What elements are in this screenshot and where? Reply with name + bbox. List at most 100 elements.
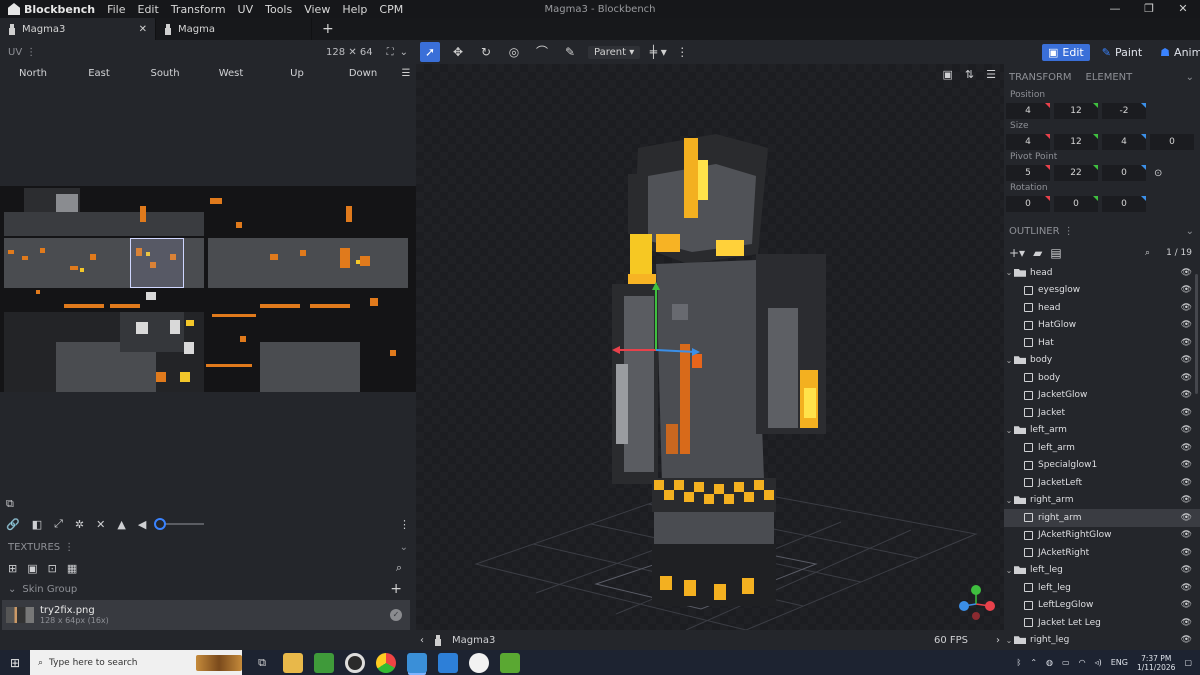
volume-icon[interactable]: ◃): [1095, 658, 1102, 667]
outliner-group[interactable]: ⌄ left_arm 👁: [1004, 422, 1200, 440]
size-z-input[interactable]: 4: [1102, 134, 1146, 150]
rotate-tool-icon[interactable]: ↻: [476, 42, 496, 62]
outliner-cube[interactable]: left_arm 👁: [1004, 439, 1200, 457]
add-group-icon[interactable]: ▰: [1033, 246, 1042, 260]
outliner-cube[interactable]: head 👁: [1004, 299, 1200, 317]
eye-icon[interactable]: 👁: [1181, 338, 1192, 348]
pivot-tool-icon[interactable]: ◎: [504, 42, 524, 62]
uv-resolution[interactable]: 128 ✕ 64: [326, 47, 373, 58]
chevron-down-icon[interactable]: ⌄: [1004, 426, 1014, 435]
outliner-cube[interactable]: JAcketRight 👁: [1004, 544, 1200, 562]
inflate-input[interactable]: 0: [1150, 134, 1194, 150]
minimize-button[interactable]: —: [1098, 0, 1132, 18]
chrome-icon[interactable]: [376, 652, 396, 673]
eye-icon[interactable]: 👁: [1181, 285, 1192, 295]
face-south[interactable]: South: [132, 68, 198, 79]
outliner-cube[interactable]: Jacket 👁: [1004, 404, 1200, 422]
chevron-down-icon[interactable]: ⌄: [1004, 636, 1014, 645]
eye-icon[interactable]: 👁: [1181, 530, 1192, 540]
pivot-z-input[interactable]: 0: [1102, 165, 1146, 181]
eye-icon[interactable]: 👁: [1181, 565, 1192, 575]
more-icon[interactable]: ⋮: [399, 518, 410, 531]
face-north[interactable]: North: [0, 68, 66, 79]
outliner-group[interactable]: ⌄ left_leg 👁: [1004, 562, 1200, 580]
grid-icon[interactable]: ▦: [67, 562, 77, 575]
outliner-cube-selected[interactable]: right_arm 👁: [1004, 509, 1200, 527]
outliner-cube[interactable]: JacketLeft 👁: [1004, 474, 1200, 492]
chevron-down-icon[interactable]: ⌄: [1004, 356, 1014, 365]
face-west[interactable]: West: [198, 68, 264, 79]
outliner-group[interactable]: ⌄ right_arm 👁: [1004, 492, 1200, 510]
new-tab-button[interactable]: +: [312, 18, 344, 40]
viewport-menu-icon[interactable]: ☰: [986, 68, 996, 81]
outliner-cube[interactable]: Jacket Let Leg 👁: [1004, 614, 1200, 632]
more-icon[interactable]: ⋮: [676, 45, 688, 59]
rotation-y-input[interactable]: 0: [1054, 196, 1098, 212]
resize-tool-icon[interactable]: ✥: [448, 42, 468, 62]
uv-texture-canvas[interactable]: [0, 186, 416, 392]
eye-icon[interactable]: 👁: [1181, 635, 1192, 645]
position-x-input[interactable]: 4: [1006, 103, 1050, 119]
language-indicator[interactable]: ENG: [1111, 658, 1128, 667]
texture-group[interactable]: ⌄ Skin Group +: [0, 580, 416, 598]
panel-menu-icon[interactable]: ⋮: [64, 542, 74, 553]
outliner-cube[interactable]: LeftLegGlow 👁: [1004, 597, 1200, 615]
mode-paint[interactable]: ✎ Paint: [1096, 44, 1148, 61]
tab-magma3[interactable]: Magma3 ✕: [0, 18, 156, 40]
minecraft-icon[interactable]: [314, 652, 334, 673]
eye-icon[interactable]: 👁: [1181, 355, 1192, 365]
mirror-icon[interactable]: ▲: [117, 518, 125, 531]
network-icon[interactable]: ◍: [1046, 658, 1053, 667]
chevron-down-icon[interactable]: ⌄: [1004, 496, 1014, 505]
eye-icon[interactable]: 👁: [1181, 460, 1192, 470]
eye-icon[interactable]: 👁: [1181, 618, 1192, 628]
mode-animate[interactable]: ☗Animate: [1154, 44, 1200, 61]
fullscreen-icon[interactable]: ⛶: [387, 47, 394, 58]
chevron-up-icon[interactable]: ⌃: [1030, 658, 1037, 667]
outliner-cube[interactable]: Specialglow1 👁: [1004, 457, 1200, 475]
rotation-z-input[interactable]: 0: [1102, 196, 1146, 212]
duplicate-icon[interactable]: ⧉: [6, 497, 14, 511]
size-y-input[interactable]: 12: [1054, 134, 1098, 150]
outliner-cube[interactable]: left_leg 👁: [1004, 579, 1200, 597]
outliner-group[interactable]: ⌄ right_leg 👁: [1004, 632, 1200, 650]
panel-menu-icon[interactable]: ⋮: [1064, 226, 1074, 237]
battery-icon[interactable]: ▭: [1062, 658, 1070, 667]
eye-icon[interactable]: 👁: [1181, 548, 1192, 558]
eye-icon[interactable]: 👁: [1181, 600, 1192, 610]
eye-icon[interactable]: 👁: [1181, 303, 1192, 313]
eye-icon[interactable]: 👁: [1181, 268, 1192, 278]
menu-tools[interactable]: Tools: [259, 3, 298, 16]
eye-icon[interactable]: 👁: [1181, 320, 1192, 330]
move-tool-icon[interactable]: ➚: [420, 42, 440, 62]
menu-file[interactable]: File: [101, 3, 131, 16]
notifications-icon[interactable]: ▢: [1184, 658, 1192, 667]
pivot-x-input[interactable]: 5: [1006, 165, 1050, 181]
menu-uv[interactable]: UV: [232, 3, 260, 16]
outliner-cube[interactable]: body 👁: [1004, 369, 1200, 387]
chevron-right-icon[interactable]: ›: [996, 635, 1000, 646]
menu-view[interactable]: View: [298, 3, 336, 16]
face-east[interactable]: East: [66, 68, 132, 79]
chevron-down-icon[interactable]: ⌄: [8, 584, 16, 595]
chevron-down-icon[interactable]: ⌄: [1004, 268, 1014, 277]
tab-magma[interactable]: Magma: [156, 18, 312, 40]
grass-block-icon[interactable]: [500, 652, 520, 673]
outliner-cube[interactable]: Hat 👁: [1004, 334, 1200, 352]
uv-options-icon[interactable]: ☰: [396, 68, 416, 79]
outliner-cube[interactable]: HatGlow 👁: [1004, 317, 1200, 335]
blockbench-taskbar-icon[interactable]: [407, 652, 427, 673]
save-texture-icon[interactable]: ▣: [27, 562, 37, 575]
outliner-cube[interactable]: JAcketRightGlow 👁: [1004, 527, 1200, 545]
outliner-scrollbar[interactable]: [1195, 274, 1198, 394]
file-explorer-icon[interactable]: [283, 652, 303, 673]
pivot-y-input[interactable]: 22: [1054, 165, 1098, 181]
texture-item[interactable]: try2fix.png 128 x 64px (16x) ✓: [2, 600, 410, 630]
menu-cpm[interactable]: CPM: [373, 3, 409, 16]
menu-edit[interactable]: Edit: [132, 3, 165, 16]
collapse-icon[interactable]: ▤: [1050, 246, 1061, 260]
search-icon[interactable]: ⌕: [1145, 248, 1150, 258]
opacity-slider[interactable]: [154, 518, 205, 530]
link-icon[interactable]: 🔗: [6, 518, 20, 531]
menu-help[interactable]: Help: [336, 3, 373, 16]
